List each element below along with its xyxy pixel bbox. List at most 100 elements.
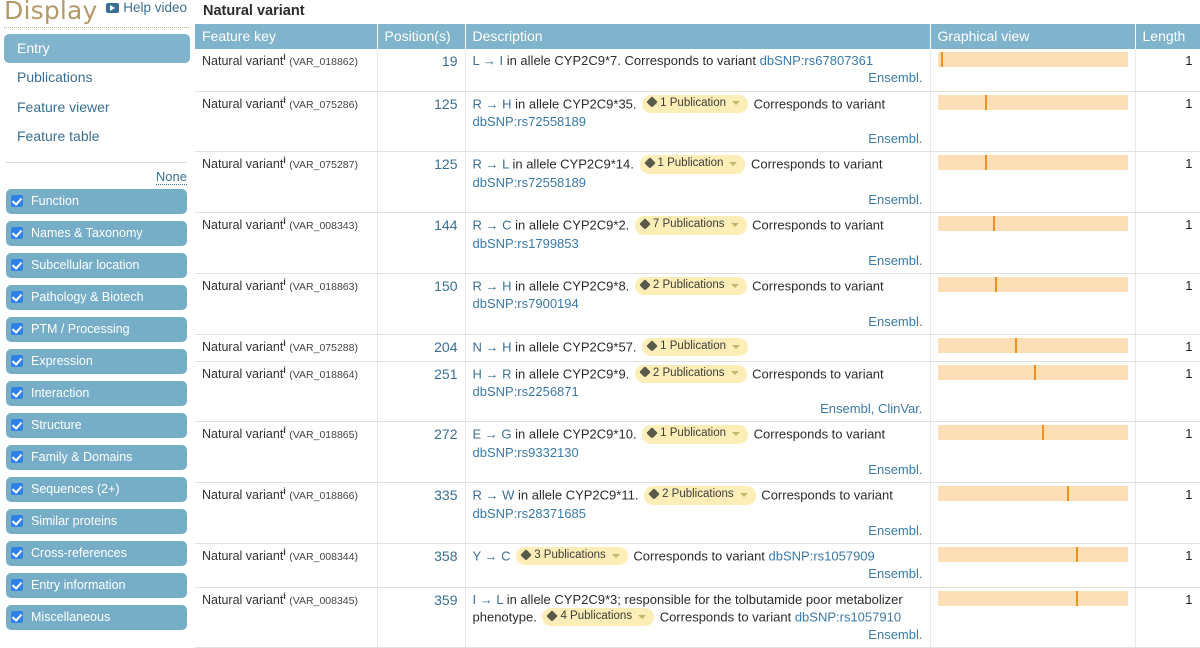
info-icon[interactable]: i bbox=[283, 95, 286, 105]
sidebar-section-expression[interactable]: Expression bbox=[6, 348, 187, 374]
checkbox-icon[interactable] bbox=[11, 227, 23, 240]
variant-track[interactable] bbox=[937, 337, 1128, 353]
column-header-graphical-view[interactable]: Graphical view bbox=[930, 24, 1136, 49]
cell-position[interactable]: 359 bbox=[377, 587, 466, 648]
sidebar-item-publications[interactable]: Publications bbox=[4, 63, 190, 92]
info-icon[interactable]: i bbox=[283, 216, 286, 226]
variant-track[interactable] bbox=[937, 547, 1128, 563]
variant-track[interactable] bbox=[937, 277, 1128, 293]
dbsnp-link[interactable]: dbSNP:rs1057910 bbox=[795, 610, 901, 625]
checkbox-icon[interactable] bbox=[11, 611, 23, 624]
sidebar-section-structure[interactable]: Structure bbox=[6, 412, 187, 438]
cell-position[interactable]: 335 bbox=[377, 482, 466, 545]
variant-track[interactable] bbox=[937, 364, 1128, 380]
sidebar-item-feature-viewer[interactable]: Feature viewer bbox=[4, 93, 190, 122]
sidebar-section-ptm-processing[interactable]: PTM / Processing bbox=[6, 316, 187, 342]
xref-links[interactable]: Ensembl. bbox=[473, 130, 922, 147]
sidebar-section-subcellular-location[interactable]: Subcellular location bbox=[6, 252, 187, 278]
xref-links[interactable]: Ensembl. bbox=[473, 313, 922, 330]
chevron-down-icon[interactable] bbox=[732, 101, 741, 106]
info-icon[interactable]: i bbox=[283, 155, 286, 165]
sidebar-section-interaction[interactable]: Interaction bbox=[6, 380, 187, 406]
publications-badge[interactable]: 2 Publications bbox=[644, 486, 756, 505]
dbsnp-link[interactable]: dbSNP:rs2256871 bbox=[473, 384, 579, 399]
sidebar-section-function[interactable]: Function bbox=[6, 188, 187, 214]
chevron-down-icon[interactable] bbox=[611, 553, 620, 558]
checkbox-icon[interactable] bbox=[11, 387, 23, 400]
cell-graphical-view[interactable] bbox=[930, 91, 1136, 153]
checkbox-icon[interactable] bbox=[11, 195, 23, 208]
publications-badge[interactable]: 7 Publications bbox=[634, 216, 747, 235]
sidebar-section-similar-proteins[interactable]: Similar proteins bbox=[6, 508, 187, 534]
sidebar-section-miscellaneous[interactable]: Miscellaneous bbox=[6, 604, 187, 630]
checkbox-icon[interactable] bbox=[11, 483, 23, 496]
info-icon[interactable]: i bbox=[283, 52, 286, 62]
cell-position[interactable]: 150 bbox=[377, 273, 466, 335]
info-icon[interactable]: i bbox=[283, 338, 286, 348]
select-none-link[interactable]: None bbox=[155, 168, 187, 185]
chevron-down-icon[interactable] bbox=[730, 283, 739, 288]
info-icon[interactable]: i bbox=[283, 277, 286, 287]
variant-track[interactable] bbox=[937, 425, 1128, 441]
publications-badge[interactable]: 1 Publication bbox=[642, 425, 749, 444]
xref-links[interactable]: Ensembl. bbox=[473, 461, 922, 478]
checkbox-icon[interactable] bbox=[11, 419, 23, 432]
publications-badge[interactable]: 4 Publications bbox=[542, 607, 655, 627]
publications-badge[interactable]: 1 Publication bbox=[642, 94, 749, 113]
xref-links[interactable]: Ensembl. bbox=[473, 522, 922, 539]
publications-badge[interactable]: 1 Publication bbox=[639, 155, 746, 174]
xref-links[interactable]: Ensembl. bbox=[473, 69, 922, 86]
xref-links[interactable]: Ensembl. bbox=[473, 626, 922, 643]
cell-graphical-view[interactable] bbox=[930, 151, 1136, 214]
dbsnp-link[interactable]: dbSNP:rs72558189 bbox=[473, 175, 586, 190]
chevron-down-icon[interactable] bbox=[732, 344, 741, 349]
cell-graphical-view[interactable] bbox=[930, 587, 1136, 648]
chevron-down-icon[interactable] bbox=[730, 371, 739, 376]
xref-links[interactable]: Ensembl, ClinVar. bbox=[473, 400, 922, 417]
variant-track[interactable] bbox=[937, 590, 1128, 606]
cell-position[interactable]: 272 bbox=[377, 421, 466, 484]
dbsnp-link[interactable]: dbSNP:rs1799853 bbox=[473, 236, 579, 251]
chevron-down-icon[interactable] bbox=[732, 432, 741, 437]
cell-graphical-view[interactable] bbox=[930, 421, 1136, 484]
cell-graphical-view[interactable] bbox=[930, 482, 1136, 545]
cell-graphical-view[interactable] bbox=[930, 273, 1136, 335]
sidebar-section-entry-information[interactable]: Entry information bbox=[6, 572, 187, 598]
checkbox-icon[interactable] bbox=[11, 323, 23, 336]
cell-position[interactable]: 19 bbox=[377, 49, 466, 92]
dbsnp-link[interactable]: dbSNP:rs28371685 bbox=[473, 506, 586, 521]
cell-position[interactable]: 358 bbox=[377, 543, 466, 588]
cell-graphical-view[interactable] bbox=[930, 334, 1136, 362]
sidebar-item-entry[interactable]: Entry bbox=[4, 34, 190, 64]
checkbox-icon[interactable] bbox=[11, 259, 23, 272]
info-icon[interactable]: i bbox=[283, 547, 286, 557]
checkbox-icon[interactable] bbox=[11, 515, 23, 528]
variant-track[interactable] bbox=[937, 486, 1128, 502]
cell-position[interactable]: 204 bbox=[377, 334, 466, 362]
publications-badge[interactable]: 2 Publications bbox=[634, 277, 747, 296]
chevron-down-icon[interactable] bbox=[729, 162, 738, 167]
column-header-length[interactable]: Length bbox=[1135, 24, 1200, 49]
checkbox-icon[interactable] bbox=[11, 451, 23, 464]
column-header-description[interactable]: Description bbox=[465, 24, 931, 49]
sidebar-section-pathology-biotech[interactable]: Pathology & Biotech bbox=[6, 284, 187, 310]
sidebar-section-names-taxonomy[interactable]: Names & Taxonomy bbox=[6, 220, 187, 246]
cell-graphical-view[interactable] bbox=[930, 212, 1136, 275]
dbsnp-link[interactable]: dbSNP:rs1057909 bbox=[769, 549, 875, 564]
checkbox-icon[interactable] bbox=[11, 355, 23, 368]
cell-graphical-view[interactable] bbox=[930, 543, 1136, 588]
checkbox-icon[interactable] bbox=[11, 579, 23, 592]
variant-track[interactable] bbox=[937, 52, 1128, 67]
cell-position[interactable]: 251 bbox=[377, 361, 466, 423]
info-icon[interactable]: i bbox=[283, 365, 286, 375]
column-header-positions[interactable]: Position(s) bbox=[377, 24, 466, 49]
dbsnp-link[interactable]: dbSNP:rs67807361 bbox=[760, 53, 873, 68]
sidebar-section-family-domains[interactable]: Family & Domains bbox=[6, 444, 187, 470]
cell-position[interactable]: 125 bbox=[377, 151, 466, 214]
column-header-feature-key[interactable]: Feature key bbox=[195, 24, 378, 49]
cell-graphical-view[interactable] bbox=[930, 49, 1136, 92]
sidebar-section-sequences-2[interactable]: Sequences (2+) bbox=[6, 476, 187, 502]
sidebar-item-feature-table[interactable]: Feature table bbox=[4, 122, 190, 151]
cell-graphical-view[interactable] bbox=[930, 361, 1136, 423]
variant-track[interactable] bbox=[937, 216, 1128, 232]
